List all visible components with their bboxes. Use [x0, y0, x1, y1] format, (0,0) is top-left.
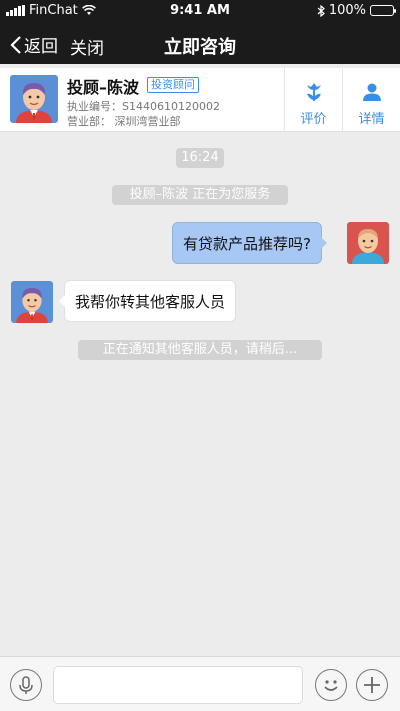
message-input[interactable]	[53, 666, 303, 704]
input-bar	[0, 656, 400, 711]
system-message-serving: 投顾–陈波 正在为您服务	[112, 185, 288, 205]
status-bar: FinChat 9:41 AM 100%	[0, 0, 400, 22]
rate-label: 评价	[300, 112, 327, 127]
tulip-icon	[306, 83, 321, 101]
user-message-bubble[interactable]: 有贷款产品推荐吗?	[172, 222, 327, 264]
license-number: 执业编号：S1440610120002	[67, 100, 220, 113]
advisor-avatar[interactable]	[10, 75, 58, 123]
detail-label: 详情	[358, 112, 385, 127]
more-button[interactable]	[356, 669, 388, 701]
branch-name: 营业部： 深圳湾营业部	[67, 115, 181, 128]
advisor-message-avatar[interactable]	[11, 281, 53, 323]
system-message-notice: 正在通知其他客服人员，请稍后...	[78, 340, 322, 360]
advisor-message-bubble[interactable]: 我帮你转其他客服人员	[58, 280, 237, 322]
person-icon	[362, 83, 381, 101]
advisor-tag: 投资顾问	[147, 77, 199, 93]
emoji-button[interactable]	[315, 669, 347, 701]
smiley-icon	[323, 679, 338, 691]
rate-button[interactable]: 评价	[284, 68, 342, 132]
status-right: 100%	[317, 3, 396, 18]
detail-button[interactable]: 详情	[342, 68, 400, 132]
battery-icon	[370, 5, 396, 16]
page-title: 立即咨询	[164, 37, 236, 58]
plus-icon	[363, 676, 380, 693]
bluetooth-icon	[317, 4, 325, 17]
advisor-name: 投顾–陈波	[67, 78, 140, 97]
top-bar: FinChat 9:41 AM 100% 返回 关闭 立即咨询	[0, 0, 400, 64]
advisor-card: 投顾–陈波 投资顾问 执业编号：S1440610120002 营业部： 深圳湾营…	[0, 68, 400, 132]
microphone-icon	[18, 675, 33, 694]
battery-percent: 100%	[328, 3, 366, 18]
nav-bar: 返回 关闭 立即咨询	[0, 22, 400, 64]
user-avatar[interactable]	[347, 222, 389, 264]
timestamp: 16:24	[176, 148, 224, 168]
voice-button[interactable]	[10, 669, 42, 701]
